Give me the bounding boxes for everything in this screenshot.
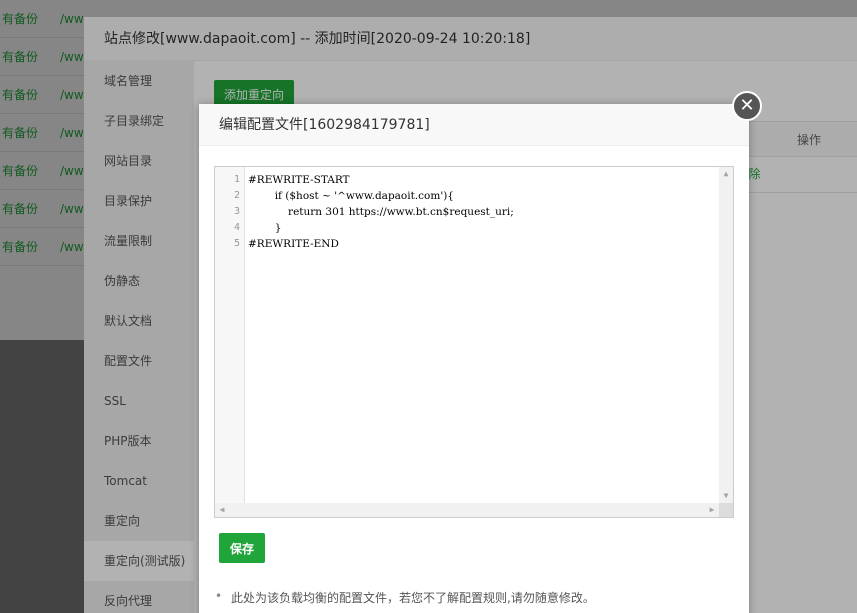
code-line[interactable]: } xyxy=(248,220,719,236)
line-number: 3 xyxy=(233,206,240,217)
line-number: 4 xyxy=(233,222,240,233)
scroll-right-arrow-icon[interactable]: ▶ xyxy=(705,503,719,517)
code-line[interactable]: return 301 https://www.bt.cn$request_uri… xyxy=(248,204,719,220)
line-number: 2 xyxy=(233,190,240,201)
scrollbar-corner xyxy=(719,503,733,517)
scroll-down-arrow-icon[interactable]: ▼ xyxy=(719,489,733,503)
tip-text: 此处为该负载均衡的配置文件，若您不了解配置规则,请勿随意修改。 xyxy=(214,589,595,606)
scroll-left-arrow-icon[interactable]: ◀ xyxy=(215,503,229,517)
scroll-up-arrow-icon[interactable]: ▲ xyxy=(719,167,733,181)
line-number: 5 xyxy=(233,238,240,249)
code-line[interactable]: #REWRITE-START xyxy=(248,172,719,188)
vertical-scrollbar[interactable]: ▲ ▼ xyxy=(719,167,733,503)
save-button[interactable]: 保存 xyxy=(219,533,266,563)
code-content[interactable]: #REWRITE-START if ($host ~ '^www.dapaoit… xyxy=(248,172,719,252)
tip-list: 此处为该负载均衡的配置文件，若您不了解配置规则,请勿随意修改。 xyxy=(214,589,595,606)
line-number: 1 xyxy=(233,174,240,185)
horizontal-scrollbar[interactable]: ◀ ▶ xyxy=(215,503,719,517)
line-number-gutter: 1 2 3 4 5 xyxy=(215,167,245,503)
code-editor[interactable]: 1 2 3 4 5 #REWRITE-START if ($host ~ '^w… xyxy=(214,166,734,518)
code-line[interactable]: #REWRITE-END xyxy=(248,236,719,252)
close-icon[interactable]: ✕ xyxy=(732,91,762,121)
code-line[interactable]: if ($host ~ '^www.dapaoit.com'){ xyxy=(248,188,719,204)
dialog-title: 编辑配置文件[1602984179781] xyxy=(199,104,749,146)
edit-config-dialog: 编辑配置文件[1602984179781] 1 2 3 4 5 #REWRITE… xyxy=(199,104,749,613)
